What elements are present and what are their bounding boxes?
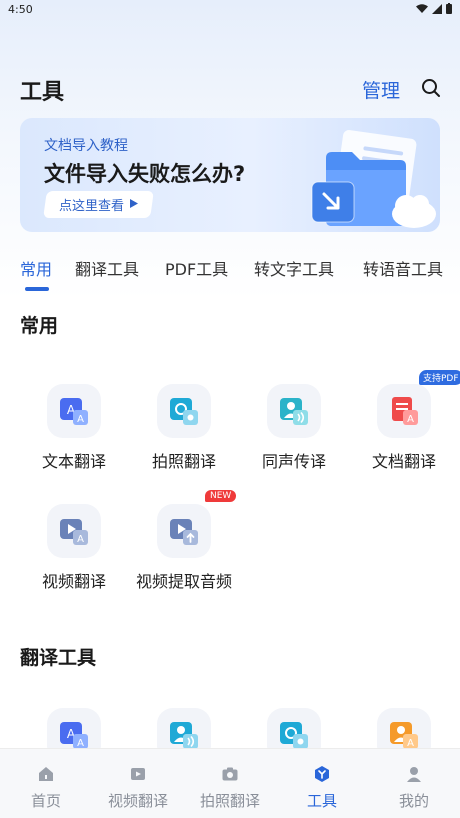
tool-label: 视频翻译 (41, 572, 106, 591)
folder-cloud-illustration (311, 130, 436, 228)
tab-translate-tools[interactable]: 翻译工具 (75, 256, 139, 280)
tab-active-indicator (25, 287, 49, 291)
new-badge: NEW (205, 490, 237, 502)
nav-label: 工具 (306, 792, 337, 810)
banner-subtitle: 文档导入教程 (44, 138, 128, 154)
section-title-common: 常用 (20, 315, 59, 337)
header: 工具 管理 (0, 70, 460, 106)
svg-text:A: A (407, 414, 414, 425)
tool-label: 同声传译 (261, 452, 326, 471)
status-icons (416, 3, 452, 14)
text-translate-icon: A A (47, 384, 101, 438)
tab-pdf-tools[interactable]: PDF工具 (165, 256, 228, 280)
tool-label: 文本翻译 (41, 452, 106, 471)
category-tabs: 常用 翻译工具 PDF工具 转文字工具 转语音工具 (0, 256, 460, 296)
nav-label: 视频翻译 (107, 792, 168, 810)
manage-button[interactable]: 管理 (362, 76, 400, 103)
tool-photo-translate[interactable]: 拍照翻译 (129, 384, 239, 484)
banner-title: 文件导入失败怎么办? (44, 162, 246, 186)
signal-icon (432, 3, 442, 14)
tool-label: 视频提取音频 (135, 572, 232, 591)
photo-translate-icon (157, 384, 211, 438)
battery-icon (446, 3, 452, 14)
tool-text-translate[interactable]: A A 文本翻译 (19, 384, 129, 484)
status-time: 4:50 (8, 3, 33, 16)
status-bar: 4:50 (0, 0, 460, 20)
profile-icon (407, 767, 421, 782)
tab-speech-to-text-tools[interactable]: 转文字工具 (254, 256, 334, 280)
import-tutorial-banner[interactable]: 文档导入教程 文件导入失败怎么办? 点这里查看 (20, 118, 440, 232)
nav-label: 首页 (30, 792, 61, 810)
section-title-translate-tools: 翻译工具 (20, 647, 97, 669)
video-translate-icon: A (47, 504, 101, 558)
camera-icon (222, 767, 238, 781)
page-title: 工具 (20, 80, 65, 105)
tool-label: 文档翻译 (371, 452, 436, 471)
bottom-navigation: 首页 视频翻译 拍照翻译 工具 我的 (0, 748, 460, 818)
video-icon (131, 768, 145, 780)
video-extract-audio-icon (157, 504, 211, 558)
nav-label: 拍照翻译 (199, 792, 260, 810)
tab-text-to-speech-tools[interactable]: 转语音工具 (363, 256, 443, 280)
svg-text:A: A (77, 414, 84, 425)
simultaneous-interpretation-icon (267, 384, 321, 438)
home-icon (39, 767, 53, 781)
tool-label: 拍照翻译 (151, 452, 216, 471)
tool-document-translate[interactable]: A 支持PDF 文档翻译 (349, 370, 460, 484)
document-translate-icon: A (377, 384, 431, 438)
nav-photo-translate[interactable]: 拍照翻译 (184, 749, 276, 818)
tool-video-extract-audio[interactable]: NEW 视频提取音频 (129, 490, 239, 604)
play-triangle-icon (130, 197, 138, 212)
tab-common[interactable]: 常用 (20, 256, 52, 280)
nav-label: 我的 (398, 792, 429, 810)
banner-view-label: 点这里查看 (58, 199, 124, 214)
search-icon[interactable] (421, 78, 441, 98)
banner-view-button[interactable]: 点这里查看 (43, 191, 154, 218)
nav-home[interactable]: 首页 (0, 749, 92, 818)
wifi-icon (416, 4, 428, 13)
nav-tools[interactable]: 工具 (276, 749, 368, 818)
tool-video-translate[interactable]: A 视频翻译 (19, 504, 129, 604)
tools-icon (315, 766, 329, 782)
nav-profile[interactable]: 我的 (368, 749, 460, 818)
tool-simultaneous-interpretation[interactable]: 同声传译 (239, 384, 349, 484)
support-pdf-badge: 支持PDF (419, 370, 460, 385)
nav-video-translate[interactable]: 视频翻译 (92, 749, 184, 818)
svg-text:A: A (77, 534, 84, 545)
